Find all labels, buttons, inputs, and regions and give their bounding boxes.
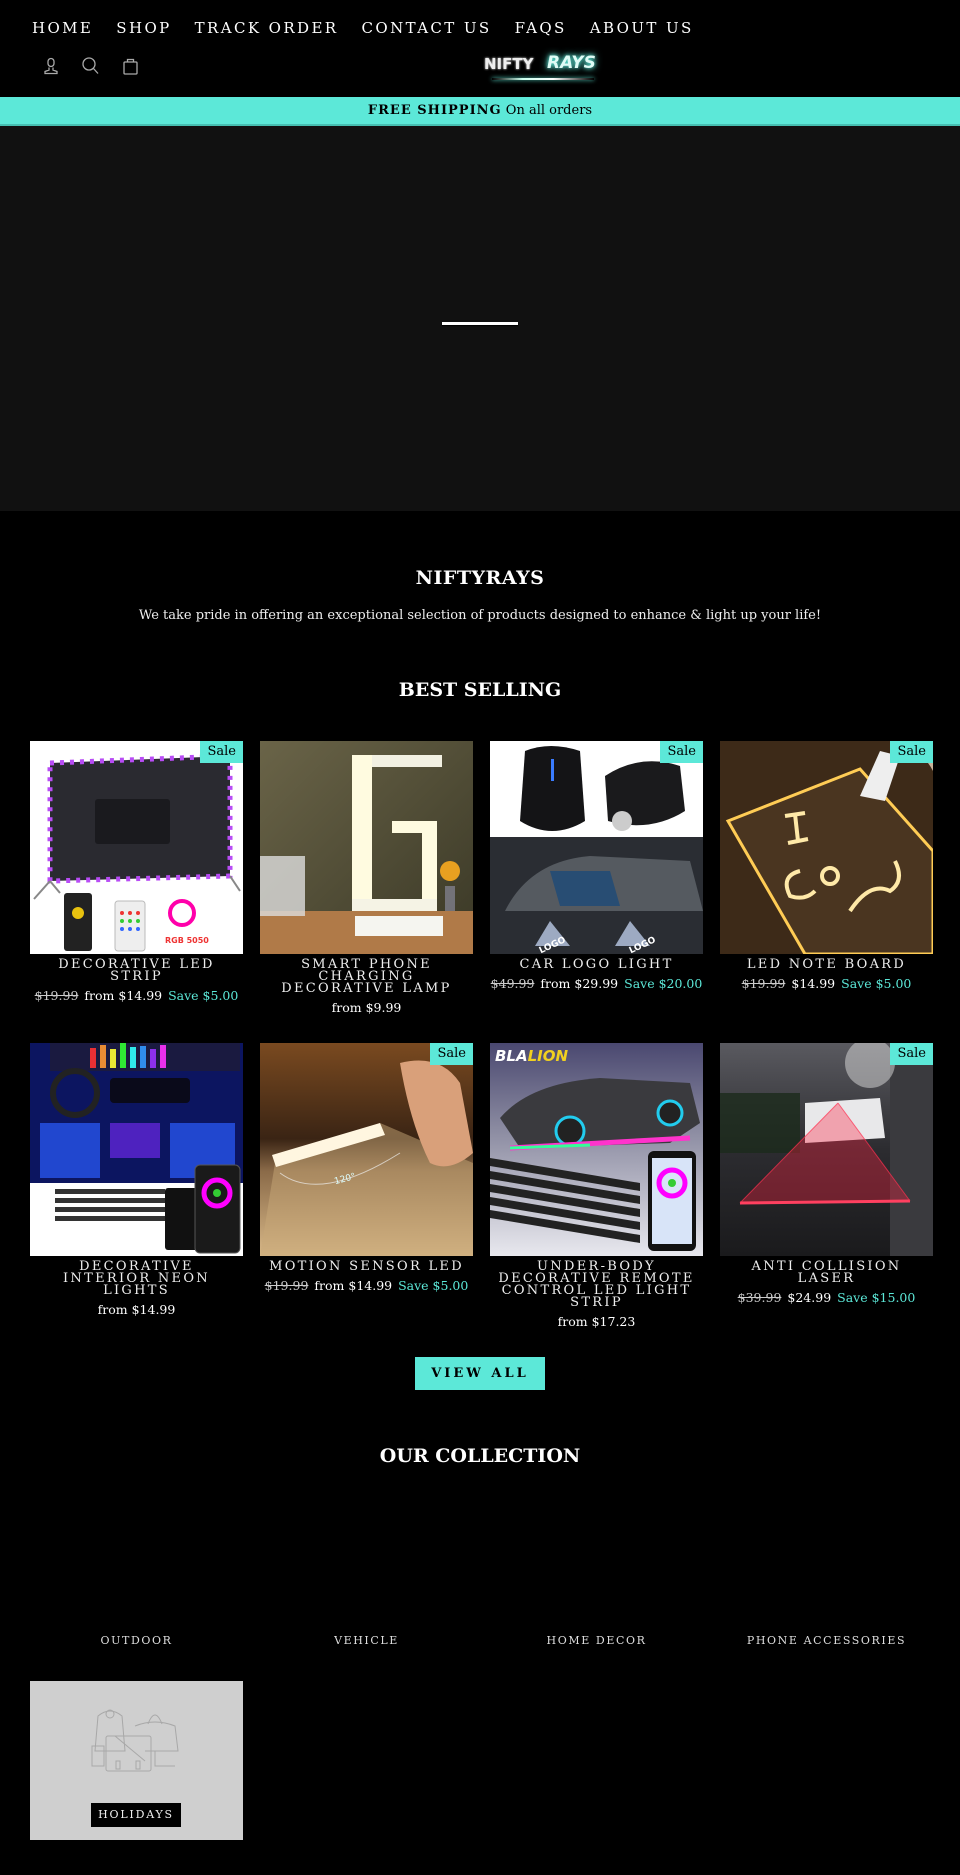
nav-shop[interactable]: SHOP <box>116 18 171 38</box>
nav-contact-us[interactable]: CONTACT US <box>362 18 492 38</box>
nav-about-us[interactable]: ABOUT US <box>590 18 694 38</box>
sale-badge: Sale <box>430 1043 473 1065</box>
product-name[interactable]: DECORATIVE LED STRIP <box>30 958 243 983</box>
product-card[interactable]: Sale ANTI COLLISION LASER $39.99 $24.99 Sa… <box>720 1043 933 1330</box>
product-name[interactable]: MOTION SENSOR LED <box>260 1260 473 1273</box>
product-image-anti-collision-laser[interactable]: Sale <box>720 1043 933 1256</box>
compare-price: $19.99 <box>34 988 79 1003</box>
product-image-interior-neon[interactable] <box>30 1043 243 1256</box>
savings: Save $15.00 <box>837 1290 916 1305</box>
product-name[interactable]: SMART PHONE CHARGING DECORATIVE LAMP <box>260 958 473 995</box>
holidays-button[interactable]: HOLIDAYS <box>91 1803 181 1827</box>
product-image-underbody-strip[interactable]: BLALION <box>490 1043 703 1256</box>
sale-price: from $14.99 <box>314 1278 393 1293</box>
compare-price: $19.99 <box>741 976 786 991</box>
collection-vehicle[interactable]: VEHICLE <box>260 1488 473 1648</box>
search-icon[interactable] <box>80 56 102 78</box>
intro-section: NIFTYRAYS We take pride in offering an e… <box>0 511 960 625</box>
product-card[interactable]: RGB 5050 Sale DECORATIVE LED STRIP $19.9… <box>30 741 243 1016</box>
intro-title: NIFTYRAYS <box>415 567 545 589</box>
compare-price: $49.99 <box>490 976 535 991</box>
savings: Save $5.00 <box>841 976 912 991</box>
product-card[interactable]: DECORATIVE INTERIOR NEON LIGHTS from $14… <box>30 1043 243 1330</box>
product-card[interactable]: 120° Sale MOTION SENSOR LED $19.99 from $… <box>260 1043 473 1330</box>
product-name[interactable]: UNDER-BODY DECORATIVE REMOTE CONTROL LED… <box>490 1260 703 1309</box>
product-price: $39.99 $24.99 Save $15.00 <box>720 1290 933 1306</box>
collection-label[interactable]: OUTDOOR <box>30 1634 243 1648</box>
collection-label[interactable]: PHONE ACCESSORIES <box>720 1634 933 1648</box>
sale-badge: Sale <box>890 1043 933 1065</box>
cart-icon[interactable] <box>120 56 142 78</box>
hero-slideshow <box>0 126 960 511</box>
main-nav: HOME SHOP TRACK ORDER CONTACT US FAQS AB… <box>32 18 717 38</box>
product-price: $19.99 $14.99 Save $5.00 <box>720 976 933 992</box>
header-icons <box>40 56 142 78</box>
product-price: from $14.99 <box>30 1302 243 1318</box>
product-name[interactable]: LED NOTE BOARD <box>720 958 933 971</box>
logo-text-nifty: NIFTY <box>484 55 534 73</box>
sale-badge: Sale <box>890 741 933 763</box>
product-price: from $9.99 <box>260 1000 473 1016</box>
product-name[interactable]: CAR LOGO LIGHT <box>490 958 703 971</box>
collection-grid: OUTDOOR VEHICLE HOME DECOR PHONE ACCESSO… <box>30 1488 930 1648</box>
collection-outdoor[interactable]: OUTDOOR <box>30 1488 243 1648</box>
bags-placeholder-icon <box>91 1709 179 1772</box>
product-card[interactable]: BLALION UNDER-BODY DECORATIVE REMOTE CON… <box>490 1043 703 1330</box>
view-all-button[interactable]: VIEW ALL <box>415 1357 545 1390</box>
sale-price: from $29.99 <box>540 976 619 991</box>
collection-home-decor[interactable]: HOME DECOR <box>490 1488 703 1648</box>
best-selling-title: BEST SELLING <box>398 679 562 701</box>
product-image-led-note-board[interactable]: Sale <box>720 741 933 954</box>
site-header: HOME SHOP TRACK ORDER CONTACT US FAQS AB… <box>0 0 960 97</box>
collection-title: OUR COLLECTION <box>379 1445 581 1467</box>
nav-faqs[interactable]: FAQS <box>515 18 567 38</box>
logo-text-rays: RAYS <box>547 53 596 73</box>
sale-badge: Sale <box>660 741 703 763</box>
compare-price: $19.99 <box>264 1278 309 1293</box>
product-grid-row-1: RGB 5050 Sale DECORATIVE LED STRIP $19.9… <box>30 741 933 1016</box>
product-card[interactable]: SMART PHONE CHARGING DECORATIVE LAMP fro… <box>260 741 473 1016</box>
account-icon[interactable] <box>40 56 62 78</box>
announcement-bold: FREE SHIPPING <box>367 103 502 118</box>
svg-text:RGB 5050: RGB 5050 <box>165 936 209 945</box>
collection-phone-accessories[interactable]: PHONE ACCESSORIES <box>720 1488 933 1648</box>
product-price: from $17.23 <box>490 1314 703 1330</box>
product-card[interactable]: LOGO LOGO Sale CAR LOGO LIGHT $49.99 from… <box>490 741 703 1016</box>
product-card[interactable]: Sale LED NOTE BOARD $19.99 $14.99 Save $5.… <box>720 741 933 1016</box>
nav-home[interactable]: HOME <box>32 18 93 38</box>
svg-text:BLALION: BLALION <box>495 1047 569 1065</box>
product-name[interactable]: DECORATIVE INTERIOR NEON LIGHTS <box>30 1260 243 1297</box>
savings: Save $5.00 <box>168 988 239 1003</box>
product-image-charging-lamp[interactable] <box>260 741 473 954</box>
product-price: $49.99 from $29.99 Save $20.00 <box>490 976 703 992</box>
announcement-bar: FREE SHIPPING On all orders <box>0 97 960 126</box>
sale-price: from $17.23 <box>557 1314 636 1329</box>
product-image-motion-sensor[interactable]: 120° Sale <box>260 1043 473 1256</box>
announcement-text: On all orders <box>505 103 593 118</box>
collection-label[interactable]: VEHICLE <box>260 1634 473 1648</box>
product-price: $19.99 from $14.99 Save $5.00 <box>260 1278 473 1294</box>
savings: Save $5.00 <box>398 1278 469 1293</box>
sale-price: from $14.99 <box>84 988 163 1003</box>
site-logo[interactable]: NIFTY RAYS <box>484 52 596 84</box>
product-price: $19.99 from $14.99 Save $5.00 <box>30 988 243 1004</box>
compare-price: $39.99 <box>737 1290 782 1305</box>
savings: Save $20.00 <box>624 976 703 991</box>
product-image-led-strip[interactable]: RGB 5050 Sale <box>30 741 243 954</box>
sale-price: $14.99 <box>791 976 836 991</box>
sale-price: $24.99 <box>787 1290 832 1305</box>
intro-text: We take pride in offering an exceptional… <box>138 608 822 623</box>
sale-badge: Sale <box>200 741 243 763</box>
logo-swoosh <box>492 78 594 80</box>
sale-price: from $9.99 <box>331 1000 402 1015</box>
product-name[interactable]: ANTI COLLISION LASER <box>720 1260 933 1285</box>
product-grid-row-2: DECORATIVE INTERIOR NEON LIGHTS from $14… <box>30 1043 933 1330</box>
sale-price: from $14.99 <box>97 1302 176 1317</box>
collection-holidays[interactable]: HOLIDAYS <box>30 1681 243 1840</box>
collection-label[interactable]: HOME DECOR <box>490 1634 703 1648</box>
product-image-car-logo-light[interactable]: LOGO LOGO Sale <box>490 741 703 954</box>
hero-loading-bar <box>442 322 518 325</box>
nav-track-order[interactable]: TRACK ORDER <box>195 18 339 38</box>
